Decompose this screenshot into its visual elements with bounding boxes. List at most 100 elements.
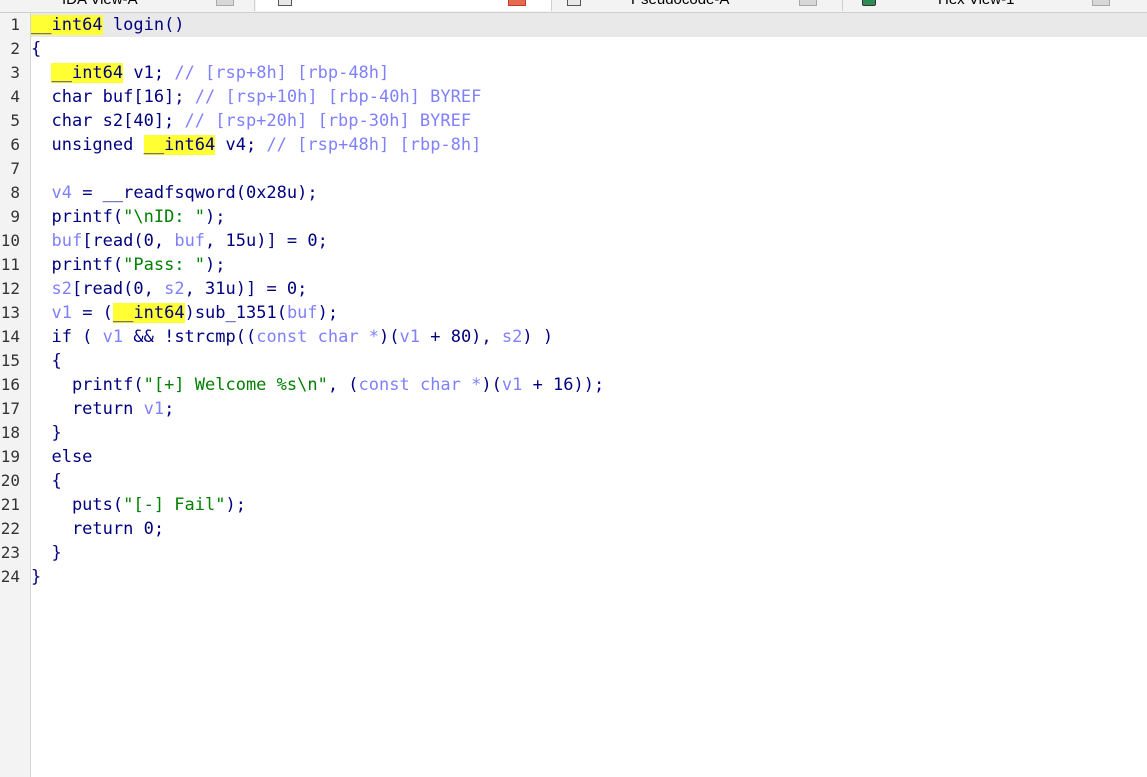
code-text: , ( — [327, 375, 359, 395]
code-text: ); — [205, 255, 226, 275]
code-text: } — [31, 543, 62, 563]
line-number: 9 — [10, 207, 20, 226]
type-token[interactable]: __int64 — [31, 15, 103, 35]
code-line-21[interactable]: puts("[-] Fail"); — [31, 493, 1147, 517]
code-line-13[interactable]: v1 = (__int64)sub_1351(buf); — [31, 301, 1147, 325]
variable-token[interactable]: s2 — [164, 279, 184, 299]
close-icon[interactable] — [799, 0, 817, 6]
tab-hex-view[interactable]: Hex View-1 — [844, 0, 1147, 11]
close-icon[interactable] — [1092, 0, 1110, 6]
tab-pseudocode-a[interactable]: Pseudocode-A — [553, 0, 843, 11]
code-line-23[interactable]: } — [31, 541, 1147, 565]
code-text: { — [31, 471, 62, 491]
code-text: return — [31, 399, 144, 419]
code-text: { — [31, 39, 42, 59]
code-line-20[interactable]: { — [31, 469, 1147, 493]
type-token[interactable]: __int64 — [51, 63, 124, 83]
code-line-5[interactable]: char s2[40]; // [rsp+20h] [rbp-30h] BYRE… — [31, 109, 1147, 133]
line-number-gutter: 1 2 3 4 5 6 7 8 9 10 11 12 13 14 15 16 1… — [0, 13, 31, 777]
tab-pseudocode[interactable] — [256, 0, 552, 11]
code-text: login() — [102, 15, 185, 35]
variable-token[interactable]: s2 — [51, 279, 71, 299]
line-number: 11 — [0, 255, 20, 274]
line-number: 1 — [10, 15, 20, 34]
code-text: + 16)); — [522, 375, 605, 395]
code-text: printf( — [31, 255, 124, 275]
close-icon[interactable] — [508, 0, 526, 6]
code-text: , 31u)] = 0; — [184, 279, 308, 299]
hex-view-icon — [862, 0, 876, 6]
code-line-22[interactable]: return 0; — [31, 517, 1147, 541]
code-line-24[interactable]: } — [31, 565, 1147, 589]
code-text: else — [31, 447, 93, 467]
code-line-11[interactable]: printf("Pass: "); — [31, 253, 1147, 277]
line-number: 10 — [0, 231, 20, 250]
close-icon[interactable] — [216, 0, 234, 6]
variable-token[interactable]: v1 — [51, 303, 71, 323]
line-number: 21 — [0, 495, 20, 514]
code-line-16[interactable]: printf("[+] Welcome %s\n", (const char *… — [31, 373, 1147, 397]
variable-token[interactable]: s2 — [502, 327, 522, 347]
code-line-19[interactable]: else — [31, 445, 1147, 469]
cast-type: const char * — [358, 375, 482, 395]
variable-token[interactable]: buf — [51, 231, 82, 251]
code-text: )( — [481, 375, 502, 395]
line-number: 20 — [0, 471, 20, 490]
type-token[interactable]: __int64 — [112, 303, 185, 323]
code-line-15[interactable]: { — [31, 349, 1147, 373]
code-line-4[interactable]: char buf[16]; // [rsp+10h] [rbp-40h] BYR… — [31, 85, 1147, 109]
cast-type: const char * — [256, 327, 380, 347]
variable-token[interactable]: v4 — [51, 183, 71, 203]
code-line-10[interactable]: buf[read(0, buf, 15u)] = 0; — [31, 229, 1147, 253]
code-text: + 80), — [420, 327, 502, 347]
code-text: [read(0, — [71, 279, 165, 299]
code-line-3[interactable]: __int64 v1; // [rsp+8h] [rbp-48h] — [31, 61, 1147, 85]
variable-token[interactable]: v1 — [502, 375, 522, 395]
code-text: = __readfsqword(0x28u); — [71, 183, 318, 203]
code-line-18[interactable]: } — [31, 421, 1147, 445]
code-line-8[interactable]: v4 = __readfsqword(0x28u); — [31, 181, 1147, 205]
line-number: 8 — [10, 183, 20, 202]
code-text: { — [31, 351, 62, 371]
code-line-14[interactable]: if ( v1 && !strcmp((const char *)(v1 + 8… — [31, 325, 1147, 349]
tab-ida-view[interactable]: IDA View-A — [0, 0, 255, 11]
tab-label: IDA View-A — [62, 0, 138, 8]
pseudocode-editor[interactable]: __int64 login() { __int64 v1; // [rsp+8h… — [31, 13, 1147, 777]
tab-label: Pseudocode-A — [631, 0, 729, 8]
line-number: 7 — [10, 159, 20, 178]
comment: // [rsp+8h] [rbp-48h] — [174, 63, 390, 83]
variable-token[interactable]: v1 — [144, 399, 164, 419]
variable-token[interactable]: v1 — [103, 327, 123, 347]
line-number: 14 — [0, 327, 20, 346]
line-number: 16 — [0, 375, 20, 394]
variable-token[interactable]: buf — [174, 231, 205, 251]
code-line-7[interactable] — [31, 157, 1147, 181]
tab-label: Hex View-1 — [938, 0, 1014, 8]
code-line-2[interactable]: { — [31, 37, 1147, 61]
variable-token[interactable]: buf — [287, 303, 318, 323]
code-text: } — [31, 567, 42, 587]
line-number: 19 — [0, 447, 20, 466]
code-text: if ( — [31, 327, 103, 347]
line-number: 2 — [10, 39, 20, 58]
code-text: ); — [225, 495, 246, 515]
type-token[interactable]: __int64 — [143, 135, 216, 155]
code-text: printf( — [31, 375, 144, 395]
code-line-1[interactable]: __int64 login() — [31, 13, 1147, 37]
code-line-6[interactable]: unsigned __int64 v4; // [rsp+48h] [rbp-8… — [31, 133, 1147, 157]
code-line-17[interactable]: return v1; — [31, 397, 1147, 421]
code-text: v1; — [123, 63, 175, 83]
variable-token[interactable]: v1 — [400, 327, 420, 347]
code-text: , 15u)] = 0; — [205, 231, 328, 251]
code-text: ); — [317, 303, 339, 323]
code-text: )sub_1351( — [184, 303, 287, 323]
code-line-12[interactable]: s2[read(0, s2, 31u)] = 0; — [31, 277, 1147, 301]
string-literal: "\nID: " — [123, 207, 206, 227]
comment: // [rsp+48h] [rbp-8h] — [266, 135, 482, 155]
line-number: 4 — [10, 87, 20, 106]
comment: // [rsp+10h] [rbp-40h] BYREF — [194, 87, 482, 107]
code-line-9[interactable]: printf("\nID: "); — [31, 205, 1147, 229]
line-number: 5 — [10, 111, 20, 130]
code-text: printf( — [31, 207, 124, 227]
